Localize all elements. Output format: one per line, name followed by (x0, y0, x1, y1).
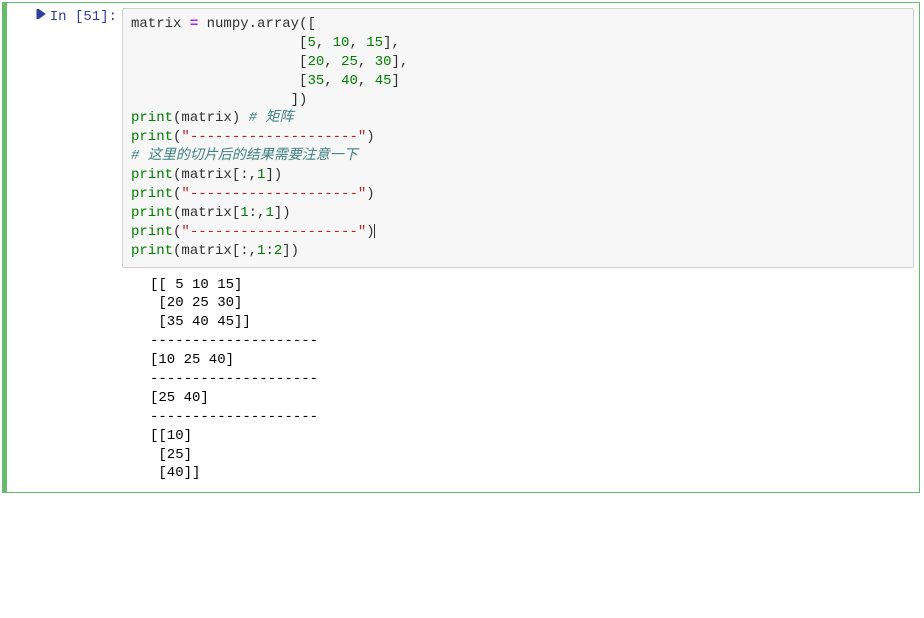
output-text: [[ 5 10 15] [20 25 30] [35 40 45]] -----… (122, 268, 914, 488)
content-area: matrix = numpy.array([ [5, 10, 15], [20,… (117, 3, 919, 492)
code-input[interactable]: matrix = numpy.array([ [5, 10, 15], [20,… (122, 8, 914, 268)
prompt-label: In (50, 9, 67, 25)
input-prompt: In [51]: (36, 9, 117, 25)
run-icon[interactable] (36, 8, 46, 25)
text-cursor (374, 224, 375, 238)
prompt-number: [51]: (75, 9, 117, 25)
notebook-cell: In [51]: matrix = numpy.array([ [5, 10, … (2, 2, 920, 493)
prompt-area: In [51]: (7, 3, 117, 492)
